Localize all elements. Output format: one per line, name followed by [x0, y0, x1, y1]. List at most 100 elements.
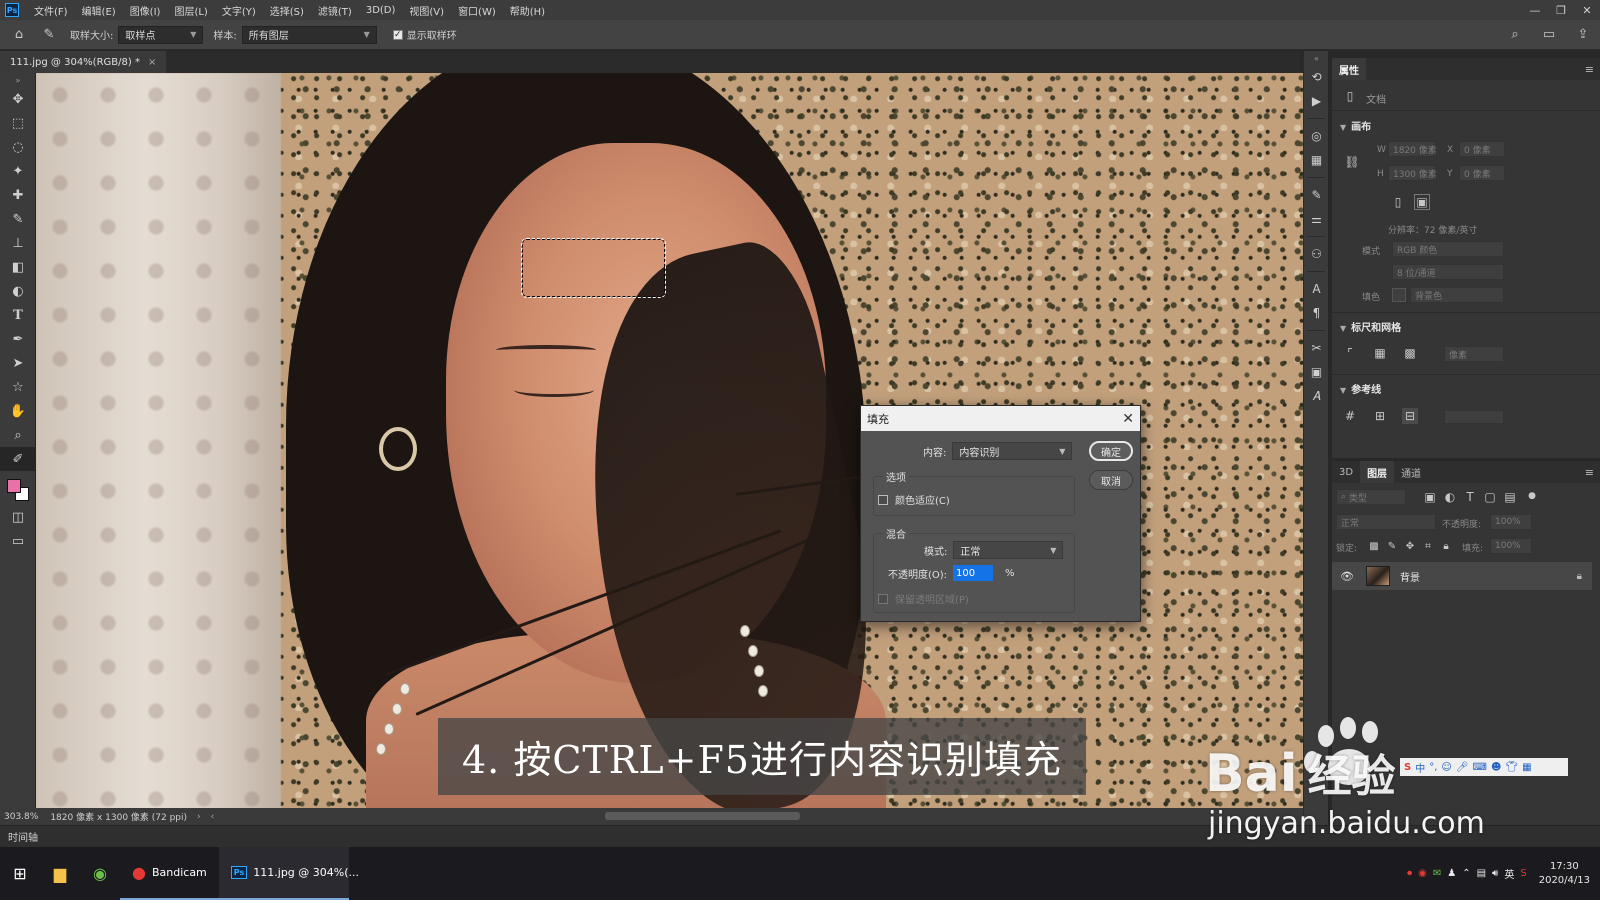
- eye-visibility-icon[interactable]: 👁︎: [1336, 570, 1358, 583]
- show-sampling-ring-checkbox[interactable]: ✓: [392, 29, 403, 40]
- hand-tool-icon[interactable]: ✋: [0, 399, 36, 423]
- filter-shape-icon[interactable]: ▢: [1482, 489, 1498, 505]
- tab-3d[interactable]: 3D: [1332, 461, 1360, 483]
- opacity-input[interactable]: 100: [953, 565, 994, 581]
- wechat-icon[interactable]: ✉: [1433, 868, 1441, 879]
- ime-toolbar[interactable]: S 中 °, ☺ 🎤︎ ⌨ ☻ 👕︎ ▦: [1400, 758, 1568, 776]
- content-select[interactable]: 内容识别 ▼: [952, 442, 1073, 460]
- blend-mode-select[interactable]: 正常: [1336, 514, 1436, 530]
- lock-transparent-icon[interactable]: ▩: [1366, 538, 1382, 554]
- ime-keyboard-icon[interactable]: ⌨: [1473, 762, 1487, 773]
- units-select[interactable]: 像素: [1444, 346, 1504, 362]
- collapse-icon[interactable]: »: [0, 73, 36, 87]
- sample-size-select[interactable]: 取样点 ▼: [118, 25, 204, 44]
- lock-artboard-icon[interactable]: ⌗: [1420, 538, 1436, 554]
- fill-select[interactable]: 背景色: [1410, 287, 1504, 303]
- tray-arrow-icon[interactable]: ⌃: [1462, 868, 1470, 879]
- magic-wand-tool-icon[interactable]: ✦: [0, 159, 36, 183]
- ime-grid-icon[interactable]: ▦: [1522, 762, 1531, 773]
- restore-button[interactable]: ❐: [1548, 4, 1574, 17]
- close-icon[interactable]: ✕: [1122, 411, 1134, 427]
- menu-3d[interactable]: 3D(D): [359, 5, 403, 16]
- eyedropper-tool-icon[interactable]: ✐: [0, 447, 36, 471]
- network-icon[interactable]: ▤: [1477, 868, 1486, 879]
- search-icon[interactable]: ⌕: [1504, 25, 1526, 45]
- type-tool-icon[interactable]: T: [0, 303, 36, 327]
- landscape-orientation-icon[interactable]: ▣: [1414, 194, 1430, 210]
- ime-user-icon[interactable]: ☻: [1491, 762, 1501, 773]
- lasso-tool-icon[interactable]: ◌: [0, 135, 36, 159]
- guides-section-title[interactable]: ▼ 参考线: [1340, 381, 1381, 396]
- width-field[interactable]: 1820 像素: [1388, 141, 1437, 157]
- rulers-grids-section-title[interactable]: ▼ 标尺和网格: [1340, 319, 1401, 334]
- close-window-button[interactable]: ✕: [1574, 4, 1600, 17]
- tool-presets-icon[interactable]: ✂: [1304, 336, 1329, 360]
- collapse-dock-icon[interactable]: «: [1304, 51, 1329, 65]
- shape-tool-icon[interactable]: ☆: [0, 375, 36, 399]
- ime-emoji-icon[interactable]: ☺: [1441, 762, 1451, 773]
- minimize-button[interactable]: —: [1522, 4, 1548, 17]
- marquee-tool-icon[interactable]: ⬚: [0, 111, 36, 135]
- cancel-button[interactable]: 取消: [1089, 470, 1133, 490]
- sogou-tray-icon[interactable]: S: [1520, 868, 1526, 879]
- layer-opacity-field[interactable]: 100%: [1490, 514, 1532, 530]
- menu-window[interactable]: 窗口(W): [451, 3, 503, 18]
- horizontal-scrollbar[interactable]: [605, 812, 800, 820]
- panel-menu-icon[interactable]: ≡: [1585, 63, 1594, 76]
- preserve-transparency-checkbox[interactable]: [878, 593, 888, 604]
- lock-paint-icon[interactable]: ✎: [1384, 538, 1400, 554]
- color-swatches[interactable]: [0, 471, 36, 505]
- menu-select[interactable]: 选择(S): [263, 3, 311, 18]
- clone-stamp-tool-icon[interactable]: ⊥: [0, 231, 36, 255]
- panel-menu-icon[interactable]: ≡: [1585, 466, 1594, 479]
- eyedropper-tool-preset-icon[interactable]: ✎: [38, 25, 60, 45]
- menu-layer[interactable]: 图层(L): [167, 3, 214, 18]
- menu-edit[interactable]: 编辑(E): [75, 3, 123, 18]
- taskbar-bandicam[interactable]: ● Bandicam: [120, 847, 219, 900]
- ok-button[interactable]: 确定: [1089, 441, 1133, 461]
- healing-brush-tool-icon[interactable]: ✚: [0, 183, 36, 207]
- system-clock[interactable]: 17:30 2020/4/13: [1539, 860, 1590, 888]
- taskbar-photoshop[interactable]: Ps 111.jpg @ 304%(...: [218, 847, 359, 900]
- mode-select[interactable]: 正常 ▼: [953, 541, 1064, 559]
- ime-lang-icon[interactable]: 中: [1415, 760, 1425, 775]
- guides-icon[interactable]: #: [1342, 408, 1358, 424]
- menu-type[interactable]: 文字(Y): [215, 3, 263, 18]
- brush-settings-icon[interactable]: ✎: [1304, 183, 1329, 207]
- tab-properties[interactable]: 属性: [1332, 58, 1366, 80]
- color-adaptation-checkbox[interactable]: [878, 494, 888, 505]
- browser-icon[interactable]: ◉: [80, 847, 120, 900]
- filter-smart-object-icon[interactable]: ▤: [1502, 489, 1518, 505]
- clone-source-icon[interactable]: ⚇: [1304, 242, 1329, 266]
- chevron-right-icon[interactable]: ›: [197, 812, 201, 822]
- 3d-icon[interactable]: ◎: [1304, 124, 1329, 148]
- grid-icon[interactable]: ▦: [1372, 345, 1388, 361]
- pen-tool-icon[interactable]: ✒: [0, 327, 36, 351]
- tab-layers[interactable]: 图层: [1360, 461, 1395, 483]
- menu-view[interactable]: 视图(V): [402, 3, 451, 18]
- paragraph-icon[interactable]: ¶: [1304, 301, 1329, 325]
- share-icon[interactable]: ⇪: [1572, 25, 1594, 45]
- layer-row-background[interactable]: 👁︎ 背景 🔒︎: [1332, 562, 1592, 590]
- home-icon[interactable]: ⌂: [8, 25, 30, 45]
- pixel-grid-icon[interactable]: ▩: [1402, 345, 1418, 361]
- fill-color-swatch[interactable]: [1392, 288, 1406, 302]
- quick-mask-icon[interactable]: ◫: [0, 505, 36, 529]
- filter-toggle-icon[interactable]: ●: [1524, 488, 1540, 504]
- zoom-level[interactable]: 303.8%: [4, 812, 38, 822]
- filter-image-icon[interactable]: ▣: [1422, 489, 1438, 505]
- filter-adjustment-icon[interactable]: ◐: [1442, 489, 1458, 505]
- close-icon[interactable]: ×: [148, 57, 156, 68]
- smart-guides-icon[interactable]: ⊟: [1402, 408, 1418, 424]
- actions-play-icon[interactable]: ▶: [1304, 89, 1329, 113]
- portrait-orientation-icon[interactable]: ▯: [1390, 194, 1406, 210]
- path-selection-tool-icon[interactable]: ➤: [0, 351, 36, 375]
- glyphs-icon[interactable]: 𝐴: [1304, 384, 1329, 408]
- lock-position-icon[interactable]: ✥: [1402, 538, 1418, 554]
- canvas-section-title[interactable]: ▼ 画布: [1340, 118, 1371, 133]
- workspace-icon[interactable]: ▭: [1538, 25, 1560, 45]
- layer-fill-field[interactable]: 100%: [1490, 538, 1532, 554]
- character-icon[interactable]: A: [1304, 277, 1329, 301]
- volume-icon[interactable]: 🔊︎: [1492, 868, 1498, 879]
- link-icon[interactable]: ⛓: [1344, 154, 1360, 170]
